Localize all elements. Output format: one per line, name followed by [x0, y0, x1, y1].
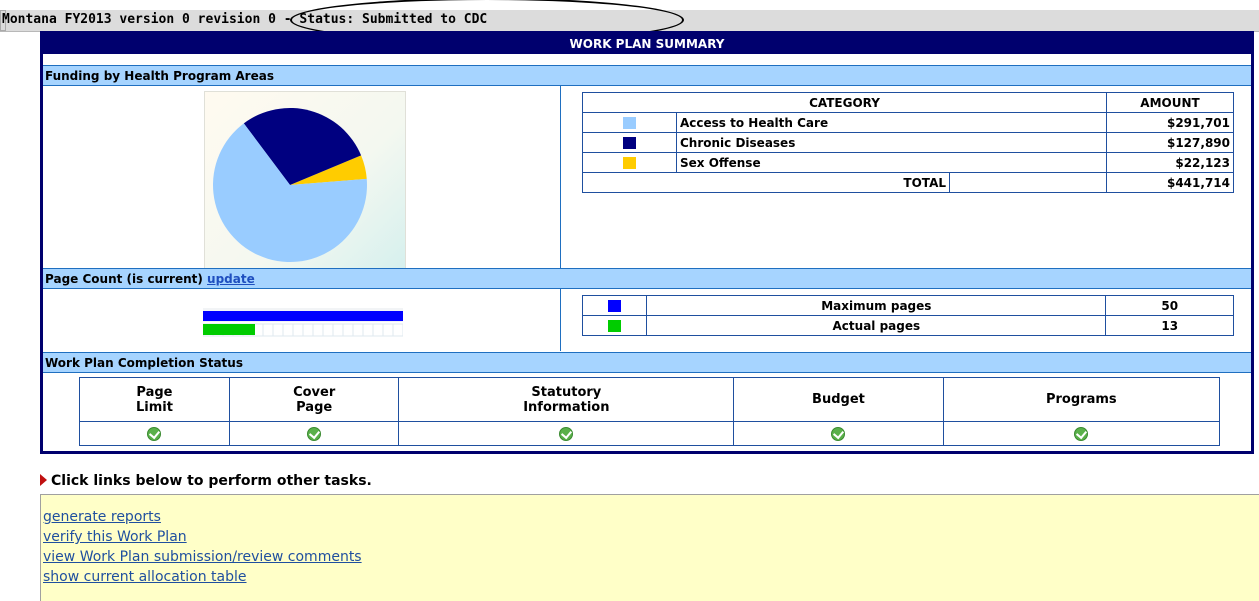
total-row: TOTAL $441,714	[582, 172, 1234, 193]
check-icon	[559, 426, 574, 441]
category-label: Sex Offense	[676, 152, 1107, 173]
amount-header: AMOUNT	[1106, 92, 1234, 113]
amount-value: $22,123	[1106, 152, 1234, 173]
bar-svg	[202, 308, 404, 337]
arrow-right-icon	[40, 474, 47, 486]
check-icon	[1074, 426, 1089, 441]
funding-section-label: Funding by Health Program Areas	[45, 69, 274, 83]
status-column-header: Budget	[733, 377, 944, 422]
panel-title: WORK PLAN SUMMARY	[43, 34, 1251, 54]
check-icon	[147, 426, 162, 441]
divider	[560, 86, 561, 268]
divider	[560, 289, 561, 351]
status-column-header: Statutory Information	[398, 377, 735, 422]
page-count-row: Actual pages 13	[581, 315, 1234, 336]
work-plan-summary-panel: WORK PLAN SUMMARY Funding by Health Prog…	[40, 31, 1254, 454]
funding-row: Access to Health Care $291,701	[582, 112, 1234, 133]
funding-row: Sex Offense $22,123	[582, 152, 1234, 173]
bar-grid-cell	[372, 323, 384, 337]
bar-grid-cell	[352, 323, 364, 337]
maximum-pages-bar	[203, 311, 403, 321]
total-label: TOTAL	[582, 172, 950, 193]
amount-value: $291,701	[1106, 112, 1234, 133]
pie-svg	[213, 107, 367, 262]
generate-reports-link[interactable]: generate reports	[43, 507, 1259, 527]
bar-grid-cell	[362, 323, 374, 337]
bar-grid-cell	[302, 323, 314, 337]
status-column-header: Programs	[942, 377, 1221, 422]
status-column-header: Cover Page	[228, 377, 400, 422]
color-swatch	[608, 300, 622, 312]
funding-row: Chronic Diseases $127,890	[582, 132, 1234, 153]
task-links-box: generate reports verify this Work Plan v…	[40, 494, 1259, 601]
category-header: CATEGORY	[582, 92, 1107, 113]
color-swatch	[623, 157, 636, 169]
bar-grid-cell	[312, 323, 324, 337]
bar-grid-cell	[322, 323, 334, 337]
page-count-section-header: Page Count (is current) update	[43, 268, 1251, 289]
page-count-row-value: 13	[1105, 315, 1234, 336]
update-link[interactable]: update	[207, 272, 255, 286]
page-count-row-label: Actual pages	[646, 315, 1107, 336]
amount-value: $127,890	[1106, 132, 1234, 153]
completion-section-header: Work Plan Completion Status	[43, 352, 1251, 373]
completion-section-label: Work Plan Completion Status	[45, 356, 243, 370]
bar-grid-cell	[272, 323, 284, 337]
total-amount: $441,714	[1106, 172, 1234, 193]
category-label: Chronic Diseases	[676, 132, 1107, 153]
page-count-row-label: Maximum pages	[646, 295, 1107, 316]
funding-table: CATEGORY AMOUNT Access to Health Care $2…	[582, 92, 1234, 193]
bar-grid-cell	[262, 323, 274, 337]
color-swatch	[623, 137, 636, 149]
show-allocation-table-link[interactable]: show current allocation table	[43, 567, 1259, 587]
view-comments-link[interactable]: view Work Plan submission/review comment…	[43, 547, 1259, 567]
bar-grid-cell	[292, 323, 304, 337]
completion-status-table: Page Limit Cover Page Statutory Information…	[79, 377, 1221, 446]
verify-work-plan-link[interactable]: verify this Work Plan	[43, 527, 1259, 547]
actual-pages-bar	[203, 324, 255, 335]
bar-grid-cell	[282, 323, 294, 337]
page-count-row: Maximum pages 50	[581, 295, 1234, 316]
check-icon	[831, 426, 846, 441]
title-bar: Montana FY2013 version 0 revision 0 - St…	[0, 10, 1259, 32]
color-swatch	[608, 320, 622, 332]
tasks-heading: Click links below to perform other tasks…	[40, 473, 372, 489]
check-icon	[307, 426, 322, 441]
color-swatch	[623, 117, 636, 129]
funding-pie-chart	[204, 91, 406, 269]
bar-grid-cell	[332, 323, 344, 337]
bar-grid-cell	[342, 323, 354, 337]
page-count-label: Page Count (is current)	[45, 272, 203, 286]
page-count-table: Maximum pages 50 Actual pages 13	[581, 295, 1234, 336]
category-label: Access to Health Care	[676, 112, 1107, 133]
page-title: Montana FY2013 version 0 revision 0 - St…	[2, 12, 488, 27]
bar-grid-cell	[392, 323, 404, 337]
page-count-bar-chart	[202, 306, 404, 338]
status-column-header: Page Limit	[79, 377, 230, 422]
page-count-row-value: 50	[1105, 295, 1234, 316]
funding-section-header: Funding by Health Program Areas	[43, 65, 1251, 86]
bar-grid-cell	[382, 323, 394, 337]
